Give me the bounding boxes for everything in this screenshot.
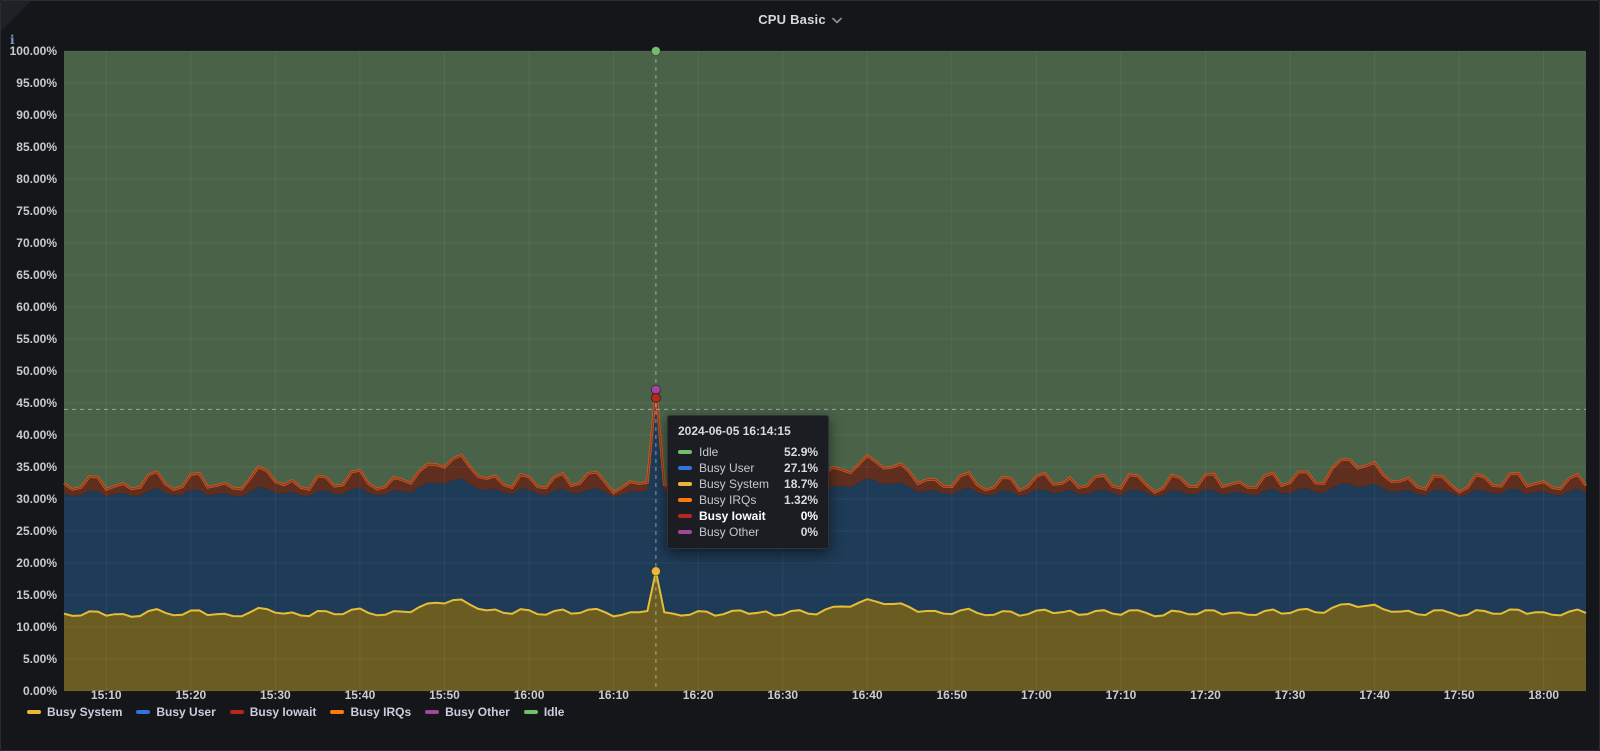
- y-tick-label: 45.00%: [16, 396, 57, 410]
- y-tick-label: 50.00%: [16, 364, 57, 378]
- grafana-panel: i CPU Basic 100.00% 95.00% 90.00% 85.00% 80.…: [0, 0, 1600, 751]
- hover-point-busy-other: [650, 384, 661, 395]
- series-color-swatch-icon: [330, 710, 345, 714]
- legend: Busy System Busy User Busy Iowait Busy IRQs…: [27, 703, 564, 721]
- series-color-swatch-icon: [678, 514, 692, 518]
- tooltip-series-name: Busy System: [699, 477, 770, 491]
- hover-tooltip: 2024-06-05 16:14:15 Idle 52.9% Busy User 27…: [667, 415, 830, 549]
- series-color-swatch-icon: [678, 450, 692, 454]
- x-tick-label: 17:50: [1443, 688, 1475, 702]
- legend-item-idle[interactable]: Idle: [523, 705, 565, 719]
- y-tick-label: 25.00%: [16, 524, 57, 538]
- y-tick-label: 90.00%: [16, 108, 57, 122]
- y-tick-label: 35.00%: [16, 460, 57, 474]
- tooltip-series-value: 0%: [800, 525, 819, 539]
- y-tick-label: 100.00%: [9, 44, 57, 58]
- y-tick-label: 5.00%: [22, 652, 57, 666]
- y-tick-label: 30.00%: [16, 492, 57, 506]
- series-color-swatch-icon: [523, 710, 538, 714]
- tooltip-row-busy-irqs: Busy IRQs 1.32%: [678, 492, 818, 508]
- x-tick-label: 16:40: [851, 688, 883, 702]
- x-tick-label: 17:30: [1274, 688, 1306, 702]
- y-tick-label: 75.00%: [16, 204, 57, 218]
- tooltip-series-name: Busy Iowait: [699, 509, 766, 523]
- legend-label: Busy Iowait: [249, 705, 317, 719]
- series-color-swatch-icon: [229, 710, 244, 714]
- legend-label: Busy User: [156, 705, 216, 719]
- cpu-chart-plot[interactable]: [63, 46, 1588, 692]
- x-tick-label: 17:00: [1021, 688, 1052, 702]
- y-tick-label: 40.00%: [16, 428, 57, 442]
- tooltip-series-value: 52.9%: [784, 445, 819, 459]
- y-tick-label: 85.00%: [16, 140, 57, 154]
- series-color-swatch-icon: [678, 530, 692, 534]
- hover-point-busy-system: [650, 566, 661, 577]
- x-tick-label: 18:00: [1528, 688, 1560, 702]
- x-tick-label: 15:50: [429, 688, 460, 702]
- tooltip-series-name: Busy IRQs: [699, 493, 757, 507]
- legend-item-busy-system[interactable]: Busy System: [27, 705, 122, 719]
- series-color-swatch-icon: [136, 710, 151, 714]
- legend-item-busy-iowait[interactable]: Busy Iowait: [229, 705, 317, 719]
- legend-label: Busy System: [47, 705, 123, 719]
- series-color-swatch-icon: [678, 482, 692, 486]
- tooltip-series-value: 1.32%: [784, 493, 819, 507]
- x-tick-label: 15:20: [175, 688, 207, 702]
- tooltip-row-busy-other: Busy Other 0%: [678, 524, 818, 540]
- series-color-swatch-icon: [678, 498, 692, 502]
- panel-title: CPU Basic: [758, 11, 826, 27]
- x-tick-label: 15:30: [260, 688, 291, 702]
- series-color-swatch-icon: [27, 710, 41, 714]
- legend-label: Idle: [543, 705, 565, 719]
- x-tick-label: 16:00: [513, 688, 545, 702]
- y-tick-label: 15.00%: [16, 588, 57, 602]
- series-color-swatch-icon: [678, 466, 692, 470]
- y-tick-label: 0.00%: [22, 684, 57, 698]
- x-tick-label: 17:40: [1359, 688, 1390, 702]
- x-tick-label: 17:20: [1190, 688, 1221, 702]
- tooltip-row-busy-iowait: Busy Iowait 0%: [678, 508, 818, 524]
- tooltip-series-value: 18.7%: [784, 477, 819, 491]
- x-tick-label: 16:10: [598, 688, 629, 702]
- legend-item-busy-user[interactable]: Busy User: [136, 705, 216, 719]
- tooltip-timestamp: 2024-06-05 16:14:15: [678, 424, 791, 438]
- tooltip-series-value: 27.1%: [784, 461, 819, 475]
- x-tick-label: 15:40: [344, 688, 376, 702]
- y-tick-label: 65.00%: [16, 268, 57, 282]
- tooltip-row-busy-system: Busy System 18.7%: [678, 476, 818, 492]
- legend-label: Busy IRQs: [350, 705, 412, 719]
- legend-item-busy-other[interactable]: Busy Other: [425, 705, 510, 719]
- y-tick-label: 55.00%: [16, 332, 57, 346]
- y-tick-label: 70.00%: [16, 236, 57, 250]
- tooltip-row-busy-user: Busy User 27.1%: [678, 460, 818, 476]
- x-tick-label: 16:50: [936, 688, 968, 702]
- tooltip-series-name: Idle: [699, 445, 719, 459]
- x-tick-label: 16:30: [767, 688, 799, 702]
- tooltip-series-name: Busy Other: [699, 525, 760, 539]
- y-tick-label: 95.00%: [16, 76, 57, 90]
- chevron-down-icon: [831, 17, 842, 24]
- x-tick-label: 17:10: [1105, 688, 1137, 702]
- hover-point-busy-iowait: [650, 392, 661, 403]
- y-tick-label: 60.00%: [16, 300, 57, 314]
- hover-point-idle: [650, 46, 661, 56]
- legend-item-busy-irqs[interactable]: Busy IRQs: [330, 705, 411, 719]
- y-tick-label: 80.00%: [16, 172, 57, 186]
- x-tick-label: 15:10: [90, 688, 122, 702]
- tooltip-row-idle: Idle 52.9%: [678, 444, 818, 460]
- y-tick-label: 20.00%: [16, 556, 57, 570]
- tooltip-series-name: Busy User: [699, 461, 755, 475]
- panel-header[interactable]: CPU Basic: [1, 1, 1599, 37]
- series-color-swatch-icon: [425, 710, 440, 714]
- x-tick-label: 16:20: [682, 688, 714, 702]
- tooltip-series-value: 0%: [800, 509, 819, 523]
- legend-label: Busy Other: [445, 705, 510, 719]
- y-tick-label: 10.00%: [16, 620, 57, 634]
- grid: [64, 50, 1586, 692]
